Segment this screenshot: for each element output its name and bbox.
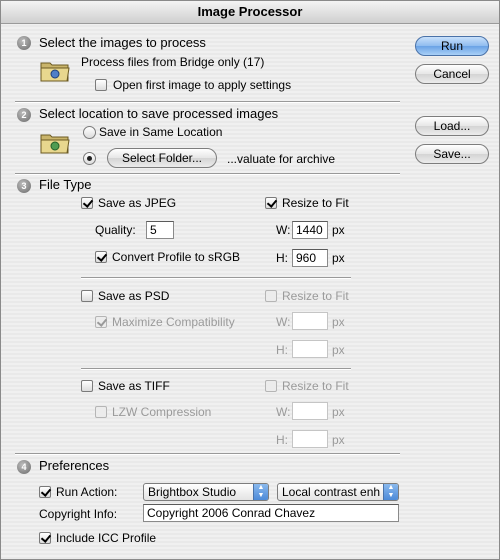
load-button[interactable]: Load...: [415, 116, 489, 136]
select-arrows-icon: ▲ ▼: [253, 484, 268, 500]
jpeg-resize-label: Resize to Fit: [282, 196, 349, 210]
save-as-jpeg-label: Save as JPEG: [98, 196, 177, 210]
save-same-location-label: Save in Same Location: [99, 125, 223, 139]
psd-height-input[interactable]: [292, 340, 328, 358]
cancel-button[interactable]: Cancel: [415, 64, 489, 84]
psd-width-input[interactable]: [292, 312, 328, 330]
filetype-divider: [81, 277, 351, 279]
step-2-icon: 2: [17, 108, 31, 122]
section-3-heading: File Type: [39, 177, 92, 192]
section-2-heading: Select location to save processed images: [39, 106, 279, 121]
run-action-checkbox[interactable]: [39, 486, 51, 498]
tiff-width-input[interactable]: [292, 402, 328, 420]
psd-width-unit: px: [332, 315, 345, 329]
window-title: Image Processor: [1, 1, 499, 24]
convert-srgb-label: Convert Profile to sRGB: [112, 250, 241, 264]
lzw-compression-checkbox[interactable]: [95, 406, 107, 418]
include-icc-profile-checkbox[interactable]: [39, 532, 51, 544]
tiff-width-label: W:: [276, 405, 291, 419]
tiff-resize-label: Resize to Fit: [282, 379, 349, 393]
quality-input[interactable]: 5: [146, 221, 174, 239]
jpeg-width-input[interactable]: 1440: [292, 221, 328, 239]
source-files-text: Process files from Bridge only (17): [81, 55, 265, 69]
save-as-jpeg-checkbox[interactable]: [81, 197, 93, 209]
save-as-tiff-label: Save as TIFF: [98, 379, 170, 393]
run-button[interactable]: Run: [415, 36, 489, 56]
image-processor-dialog: Image Processor Run Cancel Load... Save.…: [0, 0, 500, 560]
select-folder-radio[interactable]: [83, 152, 96, 165]
tiff-height-label: H:: [276, 433, 288, 447]
step-4-icon: 4: [17, 460, 31, 474]
tiff-height-input[interactable]: [292, 430, 328, 448]
lzw-compression-label: LZW Compression: [112, 405, 212, 419]
psd-height-unit: px: [332, 343, 345, 357]
run-action-label: Run Action:: [56, 485, 118, 499]
jpeg-height-label: H:: [276, 251, 288, 265]
jpeg-resize-checkbox[interactable]: [265, 197, 277, 209]
save-as-psd-checkbox[interactable]: [81, 290, 93, 302]
section-4-heading: Preferences: [39, 458, 110, 473]
step-3-icon: 3: [17, 179, 31, 193]
filetype-divider: [81, 368, 351, 370]
save-button[interactable]: Save...: [415, 144, 489, 164]
copyright-info-input[interactable]: Copyright 2006 Conrad Chavez: [143, 504, 399, 522]
jpeg-width-unit: px: [332, 223, 345, 237]
include-icc-profile-label: Include ICC Profile: [56, 531, 157, 545]
folder-icon: [40, 134, 70, 154]
psd-resize-label: Resize to Fit: [282, 289, 349, 303]
save-as-psd-label: Save as PSD: [98, 289, 170, 303]
section-1-heading: Select the images to process: [39, 35, 206, 50]
tiff-height-unit: px: [332, 433, 345, 447]
tiff-width-unit: px: [332, 405, 345, 419]
maximize-compatibility-checkbox[interactable]: [95, 316, 107, 328]
maximize-compatibility-label: Maximize Compatibility: [112, 315, 235, 329]
action-name-value: Local contrast enh: [282, 485, 381, 499]
open-first-image-label: Open first image to apply settings: [113, 78, 292, 92]
jpeg-height-unit: px: [332, 251, 345, 265]
open-first-image-checkbox[interactable]: [95, 79, 107, 91]
jpeg-width-label: W:: [276, 223, 291, 237]
select-arrows-icon: ▲ ▼: [383, 484, 398, 500]
action-name-select[interactable]: Local contrast enh ▲ ▼: [277, 483, 399, 501]
copyright-info-label: Copyright Info:: [39, 507, 118, 521]
convert-srgb-checkbox[interactable]: [95, 251, 107, 263]
save-same-location-radio[interactable]: [83, 126, 96, 139]
section-divider: [15, 101, 400, 103]
psd-height-label: H:: [276, 343, 288, 357]
action-set-value: Brightbox Studio: [148, 485, 237, 499]
jpeg-height-input[interactable]: 960: [292, 249, 328, 267]
select-folder-button[interactable]: Select Folder...: [107, 148, 217, 168]
section-divider: [15, 453, 400, 455]
section-divider: [15, 173, 400, 175]
folder-icon: [40, 62, 70, 82]
step-1-icon: 1: [17, 36, 31, 50]
psd-width-label: W:: [276, 315, 291, 329]
tiff-resize-checkbox[interactable]: [265, 380, 277, 392]
selected-folder-path: ...valuate for archive: [227, 152, 336, 166]
quality-label: Quality:: [95, 223, 136, 237]
psd-resize-checkbox[interactable]: [265, 290, 277, 302]
save-as-tiff-checkbox[interactable]: [81, 380, 93, 392]
action-set-select[interactable]: Brightbox Studio ▲ ▼: [143, 483, 269, 501]
